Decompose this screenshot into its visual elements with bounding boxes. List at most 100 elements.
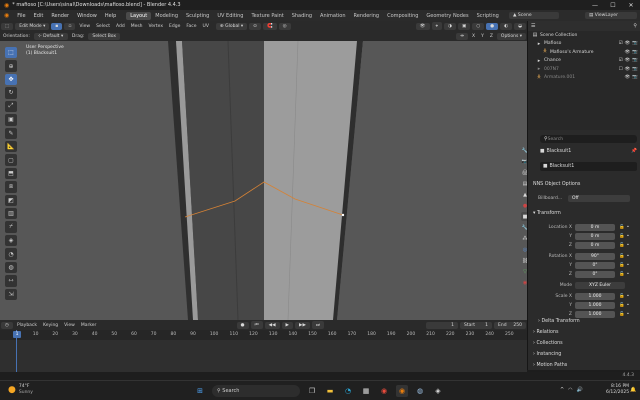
- select-mode-vertex-button[interactable]: ▪: [51, 22, 63, 30]
- tab-scripting[interactable]: Scripting: [473, 12, 503, 20]
- outliner-row-mafioso[interactable]: ▸ Mafioso ☑ 👁 📷: [528, 40, 640, 49]
- axis-y-toggle[interactable]: Y: [478, 34, 487, 39]
- lock-icon[interactable]: 🔓: [619, 294, 625, 299]
- outliner-row-mafioso-armature[interactable]: 🯅 Mafioso's Armature 👁 📷: [528, 48, 640, 57]
- keyframe-icon[interactable]: •: [627, 303, 630, 308]
- options-dropdown[interactable]: Options ▾: [496, 32, 526, 40]
- tab-sculpting[interactable]: Sculpting: [182, 12, 213, 20]
- menu-window[interactable]: Window: [73, 13, 101, 19]
- camera-icon[interactable]: 📷: [632, 75, 638, 80]
- cursor-tool-icon[interactable]: ⊕: [5, 60, 17, 72]
- tab-shading[interactable]: Shading: [288, 12, 316, 20]
- shrink-tool-icon[interactable]: ⇲: [5, 288, 17, 301]
- mode-selector[interactable]: Edit Mode ▾: [15, 22, 50, 30]
- lock-icon[interactable]: 🔓: [619, 225, 625, 230]
- menu-mesh[interactable]: Mesh: [128, 24, 146, 29]
- tab-layout[interactable]: Layout: [126, 11, 152, 20]
- camera-icon[interactable]: 📷: [632, 58, 638, 63]
- overlay-button[interactable]: ◑: [444, 22, 456, 30]
- lock-icon[interactable]: 🔓: [619, 272, 625, 277]
- pin-icon[interactable]: 📌: [631, 149, 637, 154]
- bevel-tool-icon[interactable]: ◩: [5, 194, 17, 207]
- smooth-tool-icon[interactable]: ◍: [5, 261, 17, 274]
- outliner-row-007n7[interactable]: ▸ 007N7 ☐ 👁 📷: [528, 65, 640, 74]
- properties-search[interactable]: ⚲ Search: [540, 135, 637, 143]
- nns-options-panel[interactable]: NNS Object Options: [533, 180, 637, 189]
- menu-keying[interactable]: Keying: [40, 323, 61, 328]
- jump-end-button[interactable]: ⏭: [311, 321, 324, 329]
- orientation-dropdown[interactable]: ⊹ Default ▾: [33, 32, 68, 40]
- eye-icon[interactable]: 👁: [625, 58, 631, 63]
- start-frame-field[interactable]: Start 1: [460, 321, 492, 329]
- menu-add[interactable]: Add: [113, 24, 128, 29]
- keyframe-icon[interactable]: •: [627, 225, 630, 230]
- location-x-field[interactable]: 0 m: [575, 223, 615, 231]
- next-keyframe-button[interactable]: ▶▶: [295, 321, 310, 329]
- blender-taskbar-icon[interactable]: ◉: [396, 385, 408, 397]
- end-frame-field[interactable]: End 250: [494, 321, 526, 329]
- scale-x-field[interactable]: 1.000: [575, 292, 615, 300]
- extrude-tool-icon[interactable]: ⬒: [5, 167, 17, 180]
- rotation-x-field[interactable]: 90°: [575, 252, 615, 260]
- volume-icon[interactable]: 🔊: [577, 387, 583, 393]
- inset-tool-icon[interactable]: ⧈: [5, 181, 17, 193]
- keyframe-icon[interactable]: •: [627, 272, 630, 277]
- scene-selector[interactable]: ▲ Scene: [509, 12, 559, 19]
- outliner-row-scene-collection[interactable]: ▤ Scene Collection: [528, 31, 640, 40]
- auto-key-button[interactable]: ●: [236, 321, 249, 329]
- bell-icon[interactable]: 🔔: [630, 387, 636, 393]
- drag-dropdown[interactable]: Select Box: [88, 32, 121, 40]
- jump-start-button[interactable]: ⏮: [250, 321, 263, 329]
- close-button[interactable]: ✕: [622, 0, 640, 10]
- move-tool-icon[interactable]: ✥: [5, 73, 17, 86]
- edge-browser-icon[interactable]: ◔: [342, 385, 354, 397]
- keyframe-icon[interactable]: •: [627, 312, 630, 317]
- filter-icon[interactable]: ⚲: [633, 23, 637, 29]
- tab-texture-paint[interactable]: Texture Paint: [247, 12, 287, 20]
- xray-button[interactable]: ▣: [457, 22, 471, 30]
- eye-icon[interactable]: 👁: [625, 41, 631, 46]
- steam-icon[interactable]: ◍: [414, 385, 426, 397]
- lock-icon[interactable]: 🔓: [619, 234, 625, 239]
- outliner-row-chance[interactable]: ▸ Chance ☑ 👁 📷: [528, 57, 640, 66]
- menu-vertex[interactable]: Vertex: [146, 24, 166, 29]
- eye-icon[interactable]: 👁: [625, 67, 631, 72]
- mirror-icon[interactable]: ⇹: [456, 32, 468, 40]
- delta-transform-panel[interactable]: › Delta Transform: [538, 317, 640, 326]
- shading-wireframe-button[interactable]: ○: [472, 22, 485, 30]
- shading-solid-button[interactable]: ●: [486, 22, 499, 30]
- axis-z-toggle[interactable]: Z: [487, 34, 496, 39]
- collections-panel[interactable]: › Collections: [533, 339, 637, 348]
- checkbox-icon[interactable]: ☑: [619, 41, 623, 46]
- motion-paths-panel[interactable]: › Motion Paths: [533, 361, 637, 370]
- lock-icon[interactable]: 🔓: [619, 263, 625, 268]
- poly-build-tool-icon[interactable]: ◈: [5, 234, 17, 247]
- keyframe-icon[interactable]: •: [627, 243, 630, 248]
- 3d-viewport[interactable]: [0, 41, 527, 320]
- tab-uv-editing[interactable]: UV Editing: [213, 12, 247, 20]
- lock-icon[interactable]: 🔓: [619, 303, 625, 308]
- weather-widget[interactable]: ● 74°F Sunny: [8, 384, 33, 396]
- object-name-field[interactable]: ■ Blacksuit1: [540, 162, 637, 171]
- blender-menu-icon[interactable]: ◉: [0, 12, 13, 19]
- checkbox-icon[interactable]: ☐: [619, 67, 623, 72]
- camera-icon[interactable]: 📷: [632, 41, 638, 46]
- rotation-mode-dropdown[interactable]: XYZ Euler: [575, 281, 625, 289]
- transform-panel-header[interactable]: ▾ Transform: [533, 209, 637, 218]
- pivot-button[interactable]: ⊙: [249, 22, 261, 30]
- menu-render[interactable]: Render: [47, 13, 73, 19]
- shading-material-button[interactable]: ◐: [500, 22, 513, 30]
- microsoft-store-icon[interactable]: ▦: [360, 385, 372, 397]
- wifi-icon[interactable]: ◠: [568, 387, 572, 393]
- lock-icon[interactable]: 🔓: [619, 254, 625, 259]
- axis-x-toggle[interactable]: X: [469, 34, 478, 39]
- tab-animation[interactable]: Animation: [316, 12, 350, 20]
- proportional-edit-button[interactable]: ◎: [278, 22, 291, 30]
- eye-icon[interactable]: 👁: [625, 50, 631, 55]
- relations-panel[interactable]: › Relations: [533, 328, 637, 337]
- edge-slide-tool-icon[interactable]: ⇿: [5, 275, 17, 287]
- menu-edit[interactable]: Edit: [30, 13, 48, 19]
- snap-button[interactable]: 🧲: [262, 22, 277, 30]
- gizmo-button[interactable]: ⌖: [431, 22, 443, 30]
- transform-orientation-selector[interactable]: ⊕ Global ▾: [215, 22, 248, 30]
